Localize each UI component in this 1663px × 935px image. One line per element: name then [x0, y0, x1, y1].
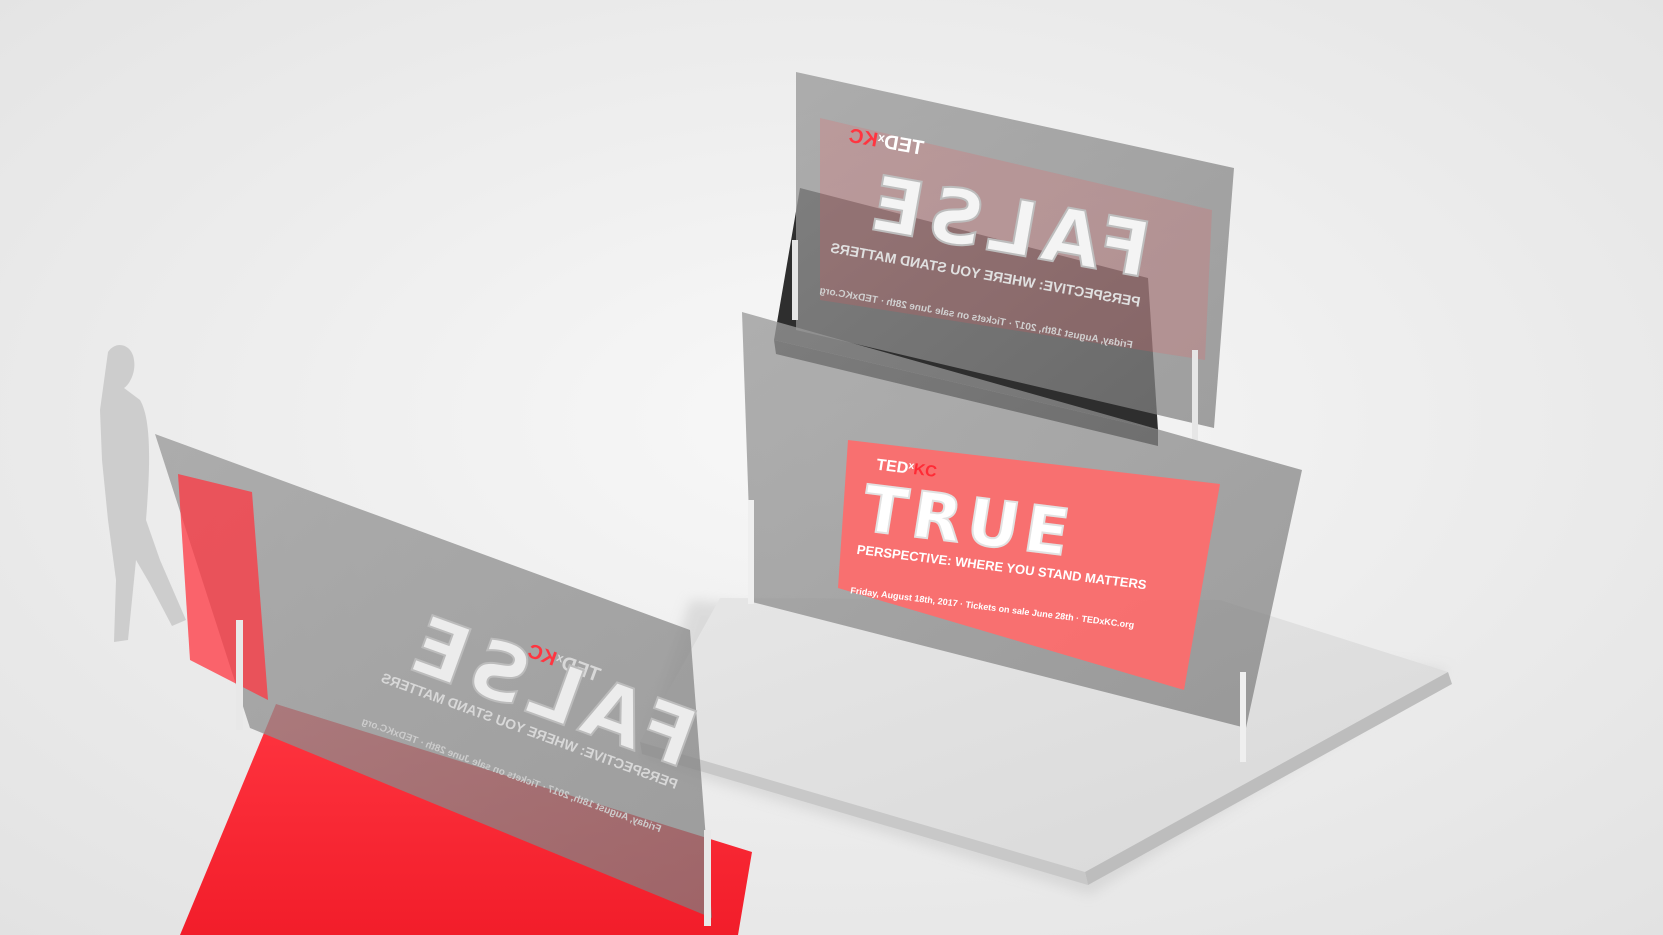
exhibit-render-scene: TEDxKC FALSE PERSPECTIVE: WHERE YOU STAN…: [0, 0, 1663, 935]
